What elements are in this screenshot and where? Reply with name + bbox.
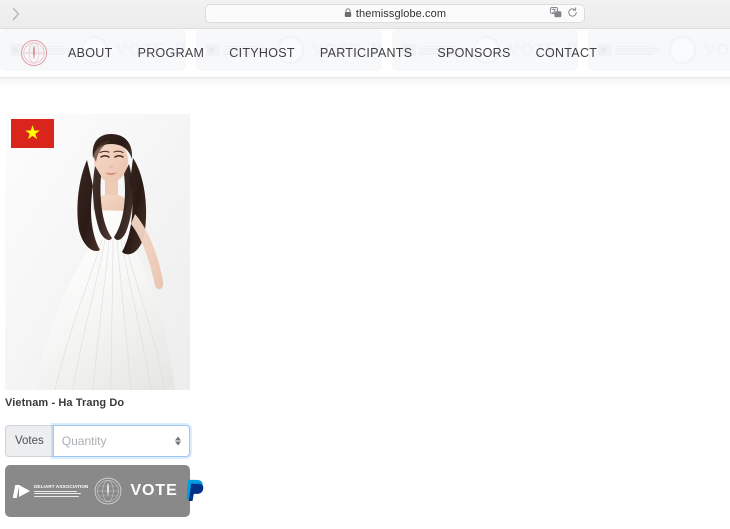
nav-item-sponsors[interactable]: SPONSORS <box>437 46 510 60</box>
votes-label: Votes <box>5 425 53 457</box>
stepper-up-icon[interactable] <box>174 436 181 441</box>
browser-toolbar: themissglobe.com <box>0 0 730 29</box>
nav-item-cityhost[interactable]: CITYHOST <box>229 46 295 60</box>
chevron-right-icon <box>11 7 21 21</box>
nav-item-about[interactable]: ABOUT <box>68 46 113 60</box>
vietnam-flag-icon: ★ <box>11 119 54 148</box>
vote-button-label: VOTE <box>130 482 178 499</box>
header-shadow <box>0 77 730 89</box>
contestant-name: Vietnam - Ha Trang Do <box>5 397 125 409</box>
deliart-subtext <box>34 490 88 498</box>
globe-seal-icon <box>94 477 122 505</box>
address-bar[interactable]: themissglobe.com <box>205 4 585 23</box>
url-text: themissglobe.com <box>355 7 447 20</box>
translate-icon[interactable] <box>550 7 562 18</box>
nav-item-contact[interactable]: CONTACT <box>536 46 598 60</box>
vote-button[interactable]: DELIART ASSOCIATION VOTE <box>5 465 203 517</box>
site-logo[interactable] <box>20 39 48 67</box>
contestant-photo: ★ <box>5 114 190 390</box>
nav-item-participants[interactable]: PARTICIPANTS <box>320 46 413 60</box>
site-header: VOTE P VOTE P VOTE P VOTE P <box>0 29 730 77</box>
deliart-association-logo: DELIART ASSOCIATION <box>12 483 89 499</box>
main-navigation: ABOUT PROGRAM CITYHOST PARTICIPANTS SPON… <box>68 46 597 60</box>
quantity-input[interactable] <box>53 426 189 456</box>
quantity-stepper[interactable] <box>172 434 183 449</box>
paypal-icon <box>184 478 207 505</box>
forward-button[interactable] <box>2 0 30 28</box>
contestant-card: ★ Vietnam - Ha Trang Do Votes DELIART AS… <box>5 114 203 517</box>
deliart-name: DELIART ASSOCIATION <box>34 483 89 489</box>
lock-icon <box>344 5 352 23</box>
votes-input-group: Votes <box>5 425 190 457</box>
reload-icon[interactable] <box>567 7 578 18</box>
nav-item-program[interactable]: PROGRAM <box>138 46 205 60</box>
main-content: ★ Vietnam - Ha Trang Do Votes DELIART AS… <box>0 89 730 517</box>
quantity-field-wrapper[interactable] <box>52 425 190 457</box>
flag-star: ★ <box>23 122 42 144</box>
stepper-down-icon[interactable] <box>174 441 181 446</box>
deliart-mark-icon <box>12 484 31 499</box>
